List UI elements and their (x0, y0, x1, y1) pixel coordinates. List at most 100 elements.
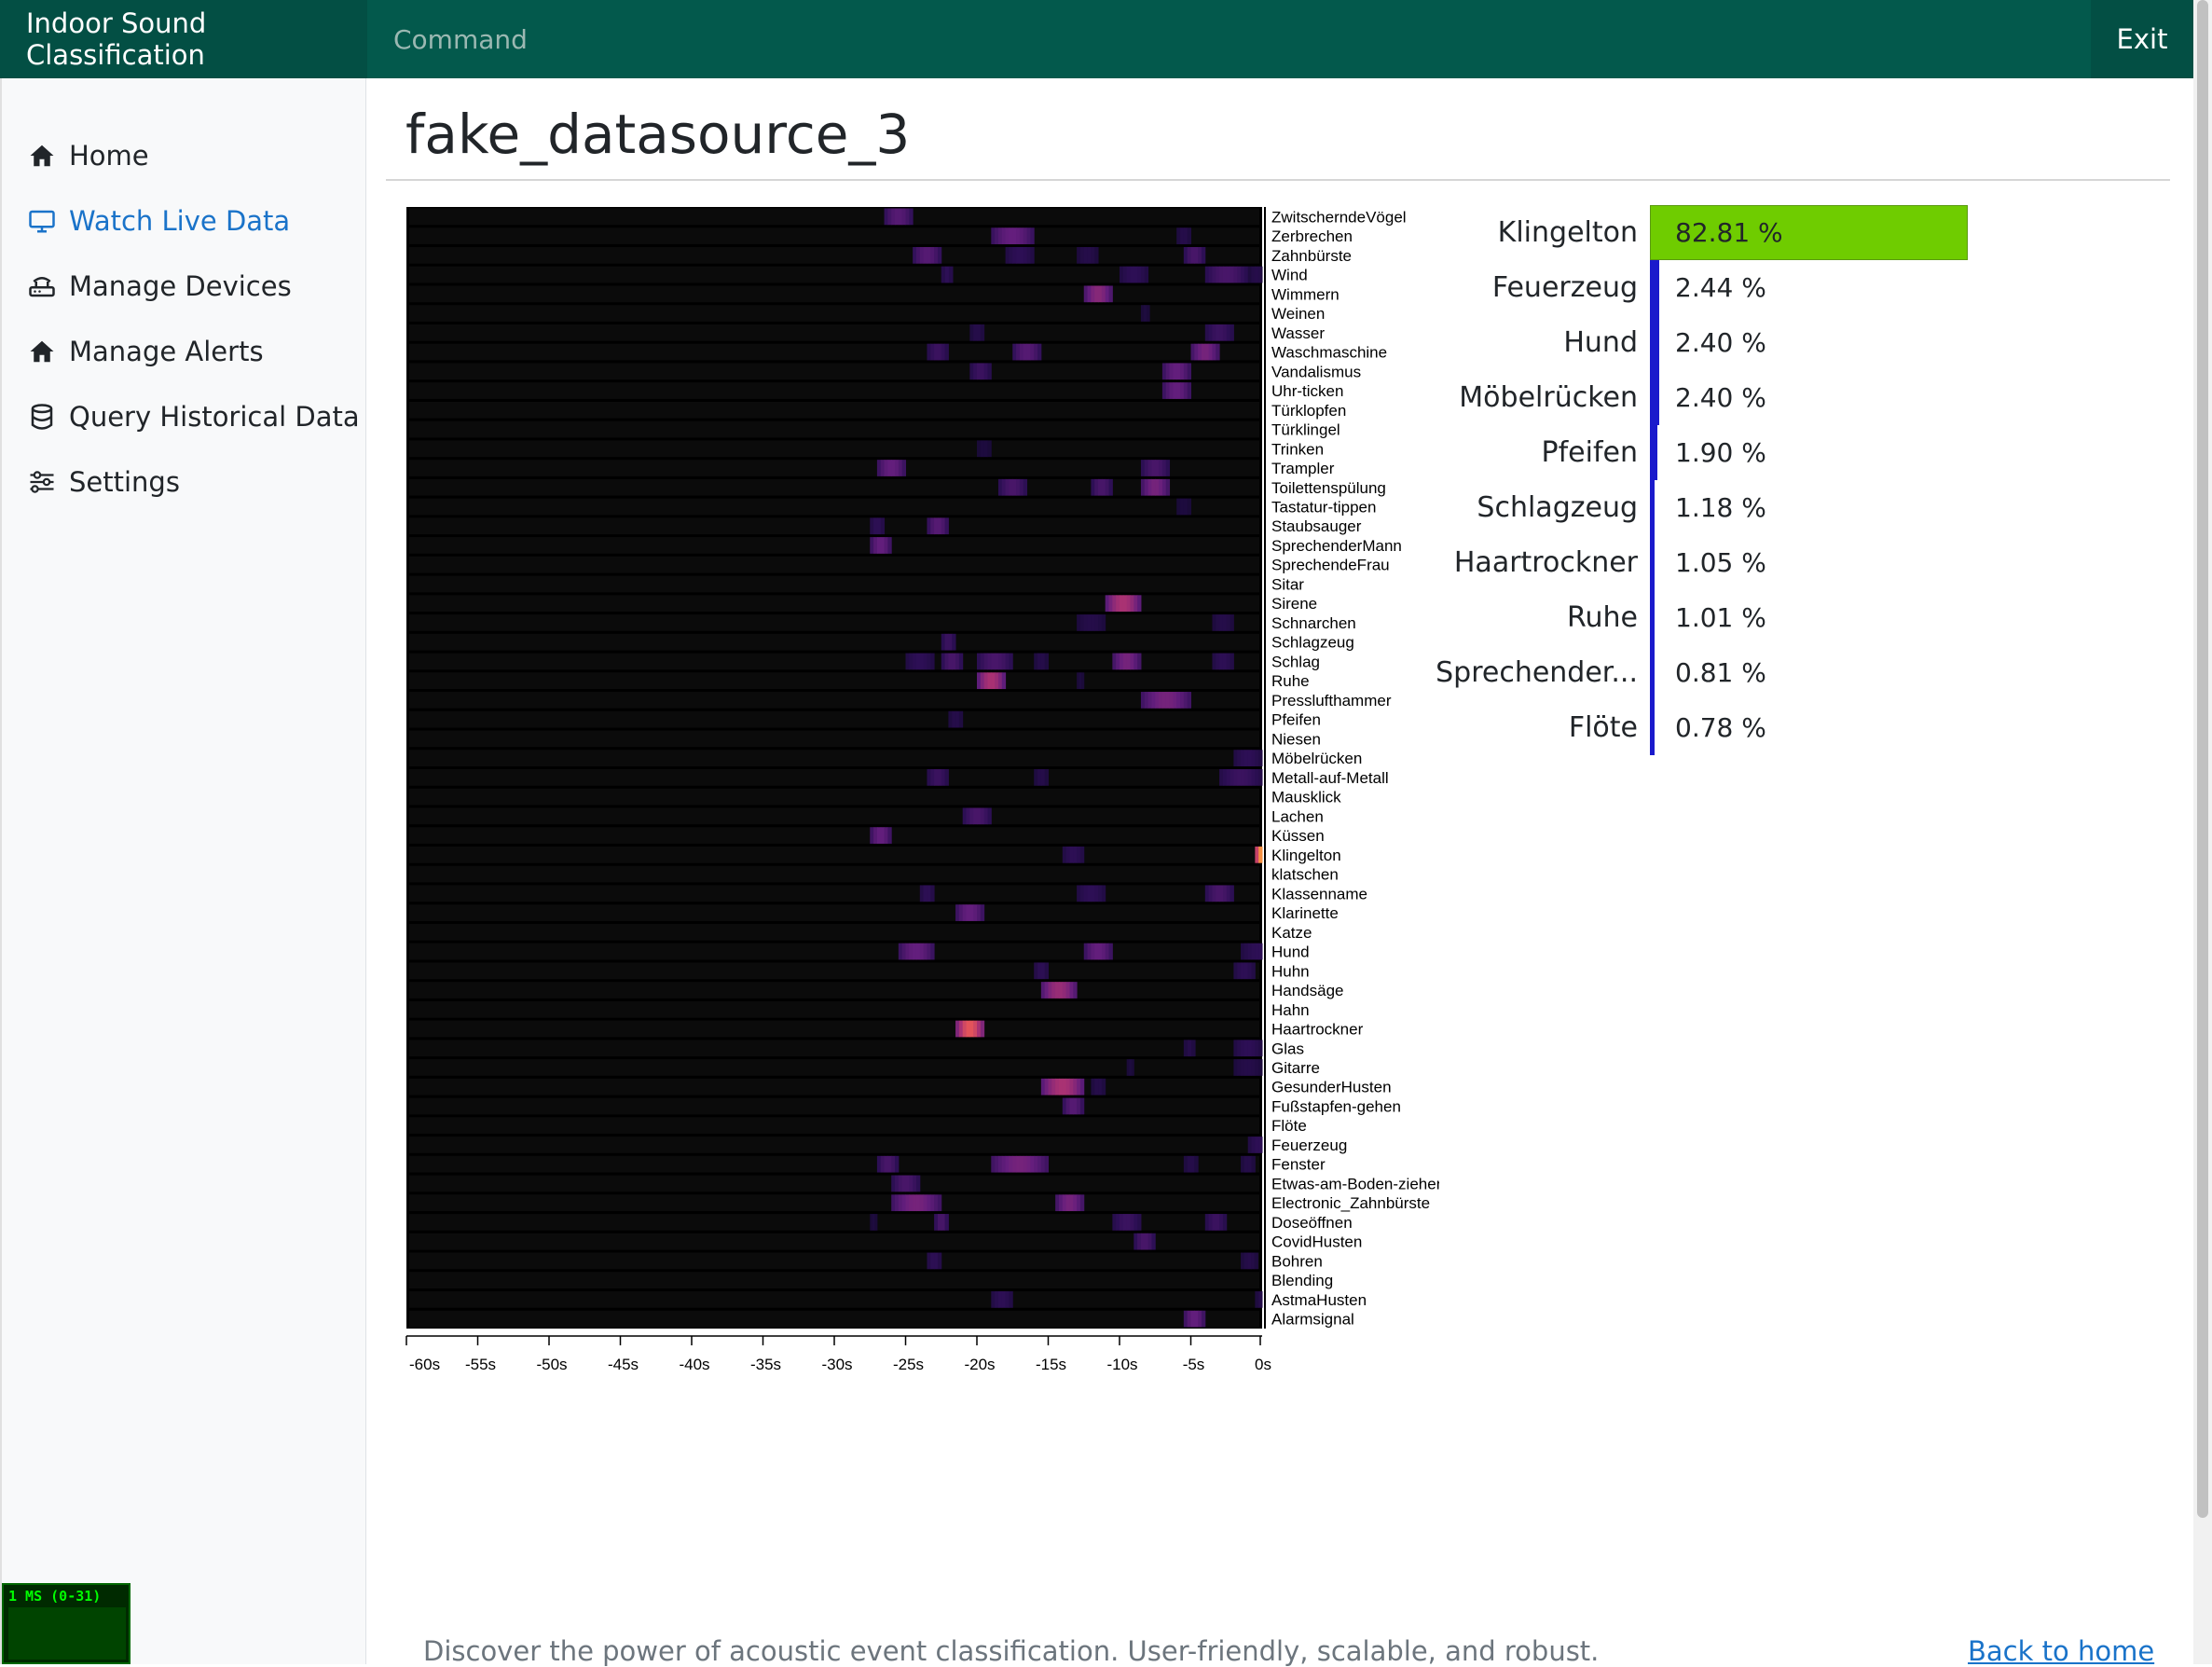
heatmap-cell (1247, 750, 1253, 766)
heatmap-row (409, 1117, 1259, 1135)
heatmap-cell (941, 633, 946, 651)
heatmap-cell (934, 246, 939, 264)
heatmap-cell (969, 1020, 974, 1038)
sidebar-item-home[interactable]: Home (28, 135, 149, 176)
heatmap-cell (876, 517, 882, 535)
heatmap-cell (870, 827, 874, 844)
heatmap-cell (941, 343, 946, 361)
heatmap-cell (1069, 1078, 1074, 1095)
heatmap-class-label: Fenster (1271, 1156, 1326, 1174)
heatmap-cell (969, 807, 974, 825)
heatmap-cell (958, 710, 964, 728)
heatmap-cell (1005, 478, 1010, 496)
sidebar-item-label: Settings (69, 466, 180, 498)
heatmap-cell (913, 1194, 917, 1212)
heatmap-cell (1065, 1194, 1070, 1212)
heatmap-cell (1198, 246, 1202, 264)
heatmap-cell (934, 769, 939, 786)
router-icon (29, 277, 55, 297)
heatmap-cell (1216, 885, 1220, 902)
heatmap-cell (980, 904, 985, 921)
heatmap-cell (966, 904, 970, 921)
heatmap-cell (1120, 653, 1124, 670)
heatmap-cell (1087, 943, 1092, 960)
heatmap-class-label: Metall-auf-Metall (1271, 769, 1389, 787)
heatmap-cell (1212, 343, 1216, 361)
page-scrollbar[interactable] (2193, 0, 2212, 1664)
app-brand[interactable]: Indoor Sound Classification (0, 0, 367, 78)
heatmap-cell (1137, 266, 1142, 283)
command-menu[interactable]: Command (393, 0, 528, 78)
heatmap-cell (1069, 846, 1074, 863)
heatmap-cell (934, 1252, 939, 1270)
heatmap-row (409, 498, 1259, 516)
heatmap-cell (1183, 692, 1188, 709)
sidebar-item-manage-devices[interactable]: Manage Devices (28, 266, 292, 307)
heatmap-cell (1101, 614, 1106, 631)
heatmap-class-label: Haartrockner (1271, 1021, 1364, 1039)
heatmap-cell (1040, 1078, 1046, 1095)
heatmap-class-label: ZwitscherndeVögel (1271, 208, 1407, 226)
heatmap-cell (1230, 266, 1234, 283)
heatmap-cell (1030, 1155, 1035, 1173)
heatmap-cell (1044, 982, 1049, 999)
heatmap-cell (1034, 962, 1038, 980)
heatmap-cell (1026, 1155, 1031, 1173)
heatmap-cell (1116, 653, 1120, 670)
heatmap-cell (1091, 943, 1095, 960)
heatmap-cell (977, 363, 982, 380)
heatmap-cell (1257, 266, 1262, 283)
heatmap-cell (1065, 846, 1070, 863)
heatmap-cell (1044, 769, 1049, 786)
heatmap-cell (1001, 1291, 1007, 1308)
heatmap-cell (905, 208, 910, 226)
heatmap-cell (1247, 1040, 1253, 1057)
heatmap-cell (955, 1020, 960, 1038)
prediction-label: Schlagzeug (1477, 491, 1638, 524)
heatmap-class-label: Electronic_Zahnbürste (1271, 1194, 1430, 1212)
sliders-icon (30, 471, 54, 493)
heatmap-cell (913, 246, 917, 264)
heatmap-cell (1083, 246, 1089, 264)
heatmap-cell (1009, 227, 1013, 244)
heatmap-cell (977, 1020, 982, 1038)
heatmap-cell (1165, 382, 1171, 399)
heatmap-cell (913, 1175, 917, 1192)
sidebar-item-manage-alerts[interactable]: Manage Alerts (28, 331, 264, 372)
sidebar-item-settings[interactable]: Settings (28, 462, 180, 503)
sidebar-item-query-historical-data[interactable]: Query Historical Data (28, 396, 360, 437)
heatmap-cell (927, 343, 931, 361)
prediction-value: 1.05 % (1675, 547, 1766, 578)
heatmap-cell (1062, 846, 1067, 863)
sidebar-item-watch-live-data[interactable]: Watch Live Data (28, 200, 290, 241)
prediction-value: 1.01 % (1675, 602, 1766, 633)
heatmap-cell (1137, 595, 1142, 613)
heatmap-cell (1151, 460, 1156, 476)
heatmap-cell (1120, 1214, 1124, 1231)
heatmap-cell (1108, 478, 1113, 496)
heatmap-cell (1176, 382, 1181, 399)
heatmap-cell (1144, 692, 1149, 709)
heatmap-cell (1073, 1078, 1078, 1095)
heatmap-cell (1255, 769, 1259, 786)
heatmap-cell (909, 1175, 914, 1192)
heatmap-cell (958, 653, 964, 670)
heatmap-cell (1120, 595, 1124, 613)
heatmap-cell (991, 227, 996, 244)
heatmap-row (409, 962, 1259, 980)
heatmap-cell (941, 769, 946, 786)
prediction-bar-fill (1650, 590, 1655, 645)
heatmap-cell (1069, 982, 1074, 999)
heatmap-cell (1094, 478, 1099, 496)
prediction-bar-fill (1650, 260, 1660, 315)
heatmap-cell (1251, 769, 1256, 786)
heatmap-cell (927, 1194, 931, 1212)
heatmap-cell (1140, 460, 1146, 476)
heatmap-cell (876, 827, 882, 844)
exit-button[interactable]: Exit (2091, 0, 2193, 78)
heatmap-cell (880, 1155, 886, 1173)
back-to-home-link[interactable]: Back to home (1968, 1635, 2154, 1667)
scrollbar-thumb[interactable] (2197, 0, 2208, 1518)
heatmap-cell (1233, 750, 1238, 766)
heatmap-cell (915, 246, 921, 264)
